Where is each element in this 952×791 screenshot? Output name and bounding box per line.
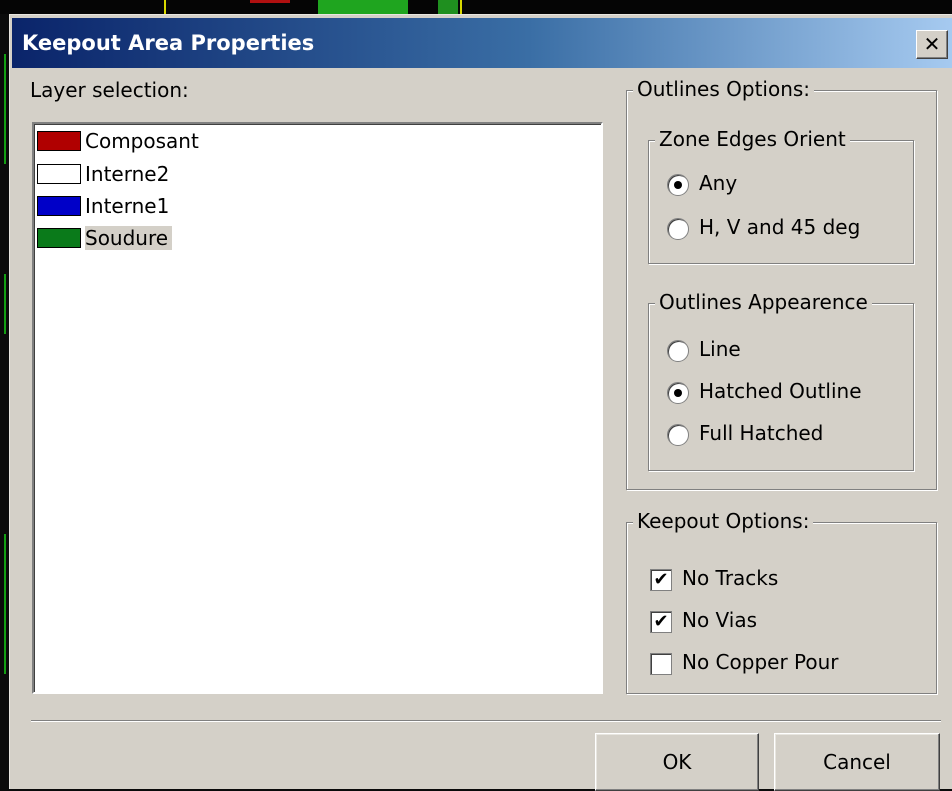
checkbox[interactable]: ✔ (650, 611, 672, 633)
radio-button[interactable] (667, 424, 689, 446)
radio-label: Full Hatched (699, 421, 824, 445)
list-item-label: Interne1 (85, 194, 170, 218)
outlines-appearence-label: Outlines Appearence (655, 290, 872, 314)
background-left-edge (0, 14, 9, 789)
layer-selection-list[interactable]: Composant Interne2 Interne1 Soudure (32, 122, 603, 694)
checkbox[interactable] (650, 653, 672, 675)
keepout-area-properties-dialog: Keepout Area Properties ✕ Layer selectio… (9, 14, 952, 791)
radio-button[interactable] (667, 218, 689, 240)
keepout-options-label: Keepout Options: (633, 509, 814, 533)
checkbox-label: No Vias (682, 608, 758, 632)
list-item-label: Composant (85, 129, 199, 153)
dialog-title: Keepout Area Properties (22, 31, 315, 55)
ok-button[interactable]: OK (595, 733, 759, 791)
list-item-label: Interne2 (85, 162, 170, 186)
checkbox-label: No Copper Pour (682, 650, 839, 674)
close-icon: ✕ (923, 32, 941, 56)
layer-color-swatch (37, 196, 81, 216)
outlines-appearence-group: Outlines Appearence Line Hatched Outline… (648, 290, 914, 471)
checkbox-label: No Tracks (682, 566, 779, 590)
cancel-button[interactable]: Cancel (774, 733, 940, 791)
outlines-options-label: Outlines Options: (633, 77, 815, 101)
outlines-options-group: Outlines Options: Zone Edges Orient Any … (626, 77, 937, 490)
checkbox[interactable]: ✔ (650, 569, 672, 591)
button-separator (31, 720, 941, 722)
background-window-strip (0, 0, 952, 14)
layer-selection-label: Layer selection: (30, 78, 189, 102)
radio-button[interactable] (667, 382, 689, 404)
close-button[interactable]: ✕ (916, 30, 948, 59)
layer-color-swatch (37, 164, 81, 184)
zone-edges-orient-label: Zone Edges Orient (655, 127, 850, 151)
layer-color-swatch (37, 228, 81, 248)
keepout-options-group: Keepout Options: ✔ No Tracks ✔ No Vias N… (626, 509, 937, 694)
zone-edges-orient-group: Zone Edges Orient Any H, V and 45 deg (648, 127, 914, 264)
radio-label: H, V and 45 deg (699, 215, 861, 239)
radio-button[interactable] (667, 340, 689, 362)
layer-color-swatch (37, 131, 81, 151)
radio-button[interactable] (667, 174, 689, 196)
radio-label: Any (699, 171, 738, 195)
title-bar[interactable]: Keepout Area Properties ✕ (12, 18, 952, 68)
radio-label: Line (699, 337, 741, 361)
list-item-label: Soudure (85, 226, 173, 250)
radio-label: Hatched Outline (699, 379, 862, 403)
